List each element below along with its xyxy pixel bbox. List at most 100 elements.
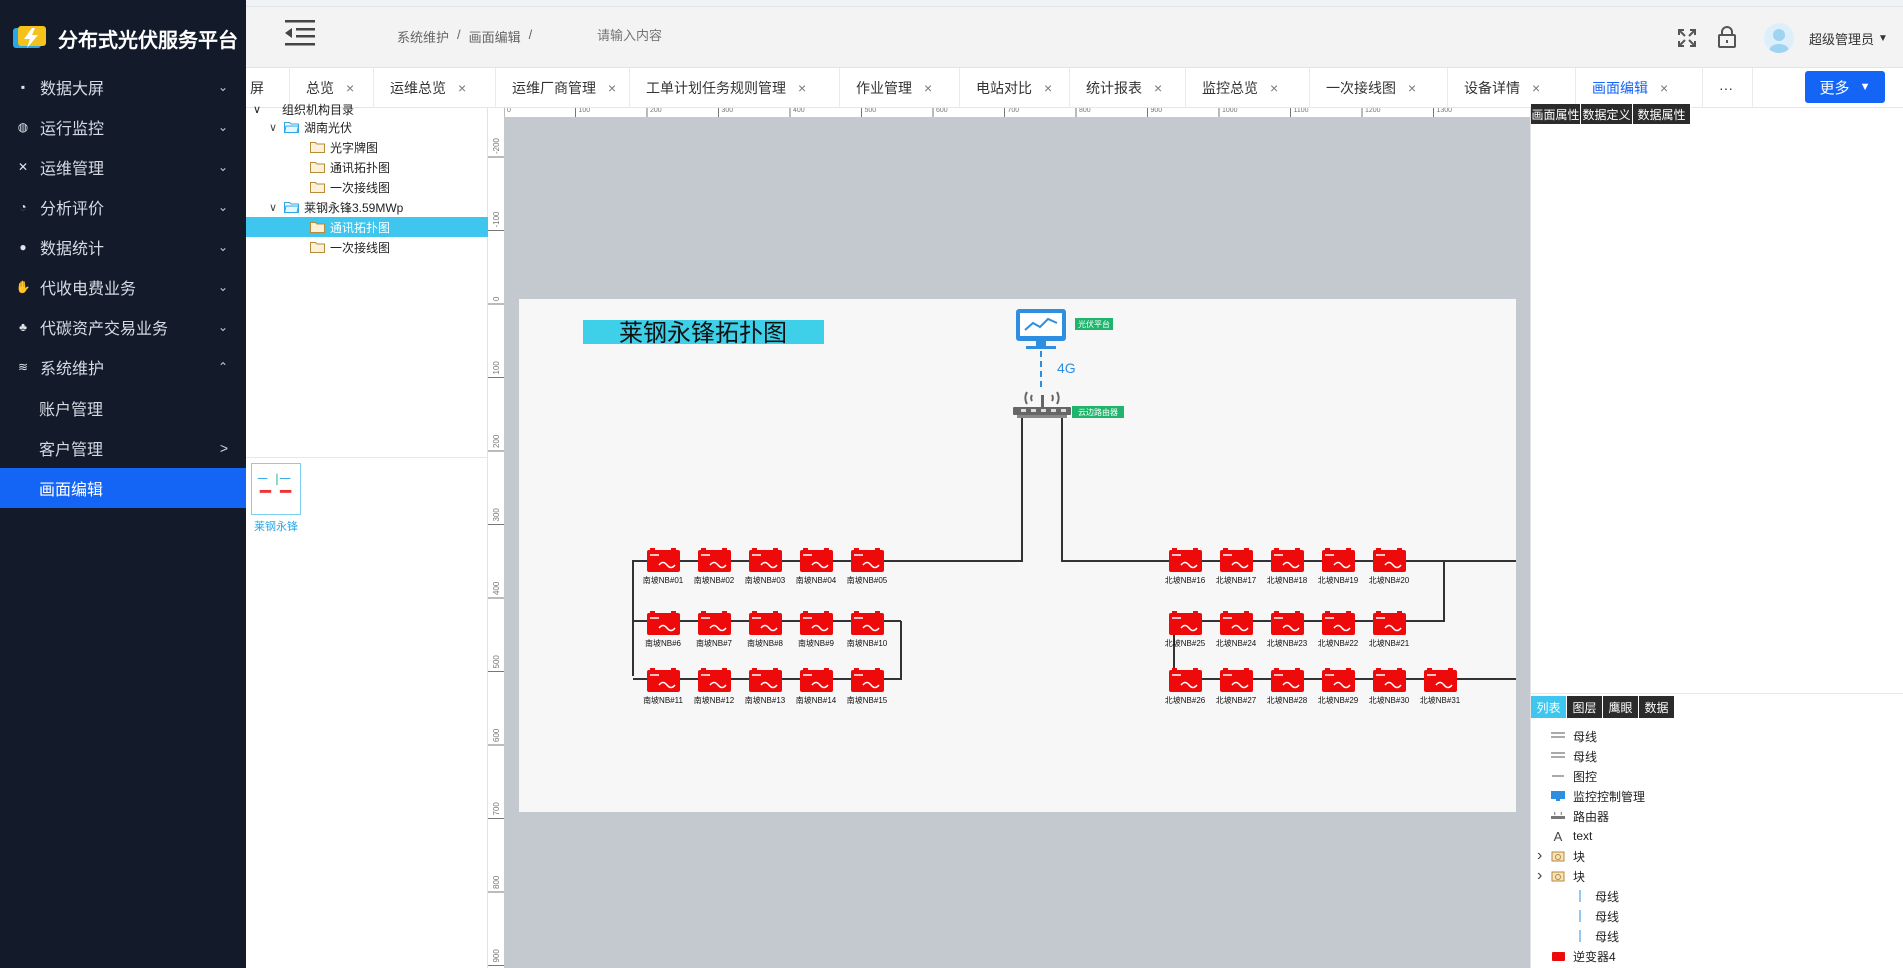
- inverter[interactable]: 北坡NB#19: [1318, 548, 1359, 585]
- more-button[interactable]: 更多 ▼: [1805, 71, 1885, 103]
- layer-item[interactable]: 路由器: [1549, 806, 1609, 826]
- chevron-down-icon[interactable]: ∨: [266, 121, 280, 134]
- router-icon[interactable]: [1013, 391, 1071, 418]
- tab[interactable]: 电站对比 ×: [960, 68, 1070, 108]
- canvas-area[interactable]: 0 100 200 300 400 500 600 700 800 900 1000 1100 1200…: [488, 108, 1530, 968]
- close-icon[interactable]: ×: [1532, 80, 1540, 96]
- close-icon[interactable]: ×: [924, 80, 932, 96]
- lock-icon[interactable]: [1716, 25, 1738, 49]
- inverter[interactable]: 北坡NB#30: [1369, 668, 1410, 705]
- tab[interactable]: 工单计划任务规则管理 ×: [630, 68, 840, 108]
- breadcrumb-item[interactable]: 系统维护: [397, 27, 449, 46]
- diagram-thumbnail[interactable]: [251, 463, 301, 515]
- inverter[interactable]: 北坡NB#16: [1165, 548, 1206, 585]
- chevron-right-icon[interactable]: ›: [1537, 867, 1549, 885]
- user-menu[interactable]: 超级管理员 ▼: [1809, 29, 1888, 48]
- inverter[interactable]: 北坡NB#17: [1216, 548, 1257, 585]
- tree-node[interactable]: 一次接线图: [310, 237, 390, 257]
- inverter[interactable]: 南坡NB#13: [745, 668, 786, 705]
- inverter[interactable]: 北坡NB#27: [1216, 668, 1257, 705]
- inverter[interactable]: 南坡NB#11: [643, 668, 683, 705]
- tree-root[interactable]: ∨ 组织机构目录: [250, 102, 354, 117]
- layer-item[interactable]: 逆变器4: [1549, 946, 1616, 966]
- layer-item[interactable]: 母线: [1571, 926, 1619, 946]
- inverter[interactable]: 北坡NB#31: [1420, 668, 1461, 705]
- layer-item[interactable]: › 块: [1537, 866, 1585, 886]
- layer-tab[interactable]: 鹰眼: [1603, 696, 1639, 718]
- close-icon[interactable]: ×: [1270, 80, 1278, 96]
- inverter[interactable]: 北坡NB#28: [1267, 668, 1308, 705]
- inverter[interactable]: 南坡NB#7: [696, 611, 733, 648]
- inverter[interactable]: 南坡NB#02: [694, 548, 735, 585]
- tree-node[interactable]: 光字牌图: [310, 137, 378, 157]
- layer-item[interactable]: › 块: [1537, 846, 1585, 866]
- tree-node[interactable]: 通讯拓扑图: [246, 217, 488, 237]
- layer-item[interactable]: 母线: [1549, 726, 1597, 746]
- nav-item[interactable]: ▪ 数据大屏 ⌄: [0, 67, 246, 107]
- close-icon[interactable]: ×: [346, 80, 354, 96]
- inverter[interactable]: 北坡NB#22: [1318, 611, 1359, 648]
- layer-item[interactable]: 母线: [1549, 746, 1597, 766]
- tree-node[interactable]: 通讯拓扑图: [310, 157, 390, 177]
- inverter[interactable]: 北坡NB#21: [1369, 611, 1410, 648]
- chevron-down-icon[interactable]: ∨: [266, 201, 280, 214]
- property-tab[interactable]: 数据属性: [1633, 104, 1691, 124]
- tab[interactable]: 监控总览 ×: [1186, 68, 1310, 108]
- nav-item[interactable]: ◍ 运行监控 ⌄: [0, 107, 246, 147]
- close-icon[interactable]: ×: [798, 80, 806, 96]
- inverter[interactable]: 北坡NB#18: [1267, 548, 1308, 585]
- chevron-down-icon[interactable]: ∨: [250, 103, 264, 116]
- tab[interactable]: 运维厂商管理 ×: [496, 68, 630, 108]
- chevron-right-icon[interactable]: ›: [1537, 847, 1549, 865]
- layer-item[interactable]: 图控: [1549, 766, 1597, 786]
- nav-item[interactable]: ● 数据统计 ⌄: [0, 227, 246, 267]
- layer-item[interactable]: Atext: [1549, 826, 1593, 846]
- close-icon[interactable]: ×: [1408, 80, 1416, 96]
- inverter[interactable]: 南坡NB#15: [847, 668, 888, 705]
- inverter[interactable]: 北坡NB#24: [1216, 611, 1257, 648]
- inverter[interactable]: 北坡NB#29: [1318, 668, 1359, 705]
- close-icon[interactable]: ×: [608, 80, 616, 96]
- property-tab[interactable]: 数据定义: [1581, 104, 1633, 124]
- tree-node[interactable]: ∨ 莱钢永锋3.59MWp: [266, 197, 403, 217]
- layer-item[interactable]: 母线: [1571, 906, 1619, 926]
- tree-node[interactable]: ∨ 湖南光伏: [266, 117, 352, 137]
- nav-item[interactable]: ◔ 分析评价 ⌄: [0, 187, 246, 227]
- inverter[interactable]: 南坡NB#03: [745, 548, 786, 585]
- layer-item[interactable]: 监控控制管理: [1549, 786, 1645, 806]
- inverter[interactable]: 南坡NB#14: [796, 668, 837, 705]
- nav-item[interactable]: ≋ 系统维护 ⌃: [0, 347, 246, 387]
- monitor-icon[interactable]: [1016, 309, 1066, 349]
- layer-tab[interactable]: 数据: [1639, 696, 1675, 718]
- inverter[interactable]: 北坡NB#23: [1267, 611, 1308, 648]
- nav-item[interactable]: ✋ 代收电费业务 ⌄: [0, 267, 246, 307]
- close-icon[interactable]: ×: [1044, 80, 1052, 96]
- inverter[interactable]: 北坡NB#25: [1165, 611, 1206, 648]
- inverter[interactable]: 北坡NB#26: [1165, 668, 1206, 705]
- inverter[interactable]: 北坡NB#20: [1369, 548, 1410, 585]
- layer-tab[interactable]: 图层: [1567, 696, 1603, 718]
- tab[interactable]: 统计报表 ×: [1070, 68, 1186, 108]
- inverter[interactable]: 南坡NB#10: [847, 611, 888, 648]
- inverter[interactable]: 南坡NB#6: [645, 611, 682, 648]
- search-input[interactable]: [597, 22, 777, 48]
- inverter[interactable]: 南坡NB#9: [798, 611, 835, 648]
- inverter[interactable]: 南坡NB#04: [796, 548, 837, 585]
- tab[interactable]: ···: [1703, 68, 1753, 108]
- tab[interactable]: 画面编辑 ×: [1576, 68, 1703, 108]
- fullscreen-icon[interactable]: [1676, 27, 1698, 49]
- close-icon[interactable]: ×: [458, 80, 466, 96]
- nav-subitem[interactable]: 画面编辑: [0, 468, 246, 508]
- property-tab[interactable]: 画面属性: [1531, 104, 1581, 124]
- nav-item[interactable]: ✕ 运维管理 ⌄: [0, 147, 246, 187]
- inverter[interactable]: 南坡NB#01: [643, 548, 684, 585]
- tab[interactable]: 设备详情 ×: [1448, 68, 1576, 108]
- inverter[interactable]: 南坡NB#8: [747, 611, 784, 648]
- nav-subitem[interactable]: 账户管理: [0, 388, 246, 428]
- tree-node[interactable]: 一次接线图: [310, 177, 390, 197]
- tab[interactable]: 一次接线图 ×: [1310, 68, 1448, 108]
- inverter[interactable]: 南坡NB#12: [694, 668, 735, 705]
- layer-item[interactable]: 母线: [1571, 886, 1619, 906]
- layer-tab[interactable]: 列表: [1531, 696, 1567, 718]
- nav-subitem[interactable]: 客户管理 >: [0, 428, 246, 468]
